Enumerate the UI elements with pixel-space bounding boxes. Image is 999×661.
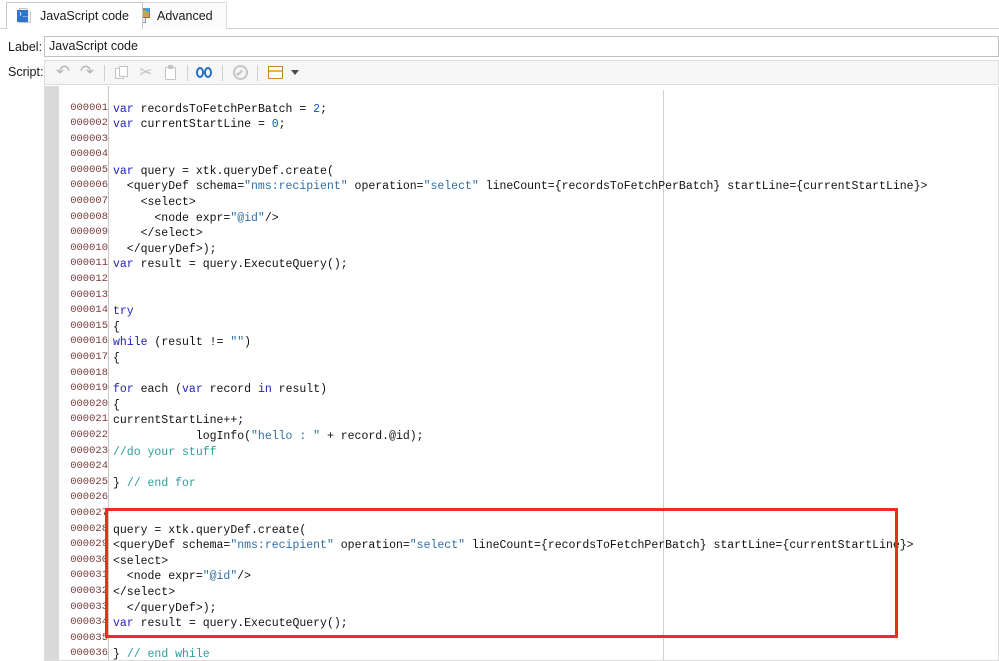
insert-function-button[interactable] xyxy=(263,62,287,84)
validate-button[interactable] xyxy=(228,62,252,84)
toolbar-separator xyxy=(222,64,223,81)
insert-function-dropdown[interactable] xyxy=(287,62,301,84)
editor-line-numbers: 000001 000002 000003 000004 000005 00000… xyxy=(70,101,108,660)
scissors-icon: ✂ xyxy=(139,63,153,81)
script-row: Script: ↶ ↷ ✂ xyxy=(0,60,999,85)
binoculars-icon xyxy=(196,66,214,79)
undo-button[interactable]: ↶ xyxy=(51,62,75,84)
script-caption: Script: xyxy=(8,65,44,79)
redo-button[interactable]: ↷ xyxy=(75,62,99,84)
check-circle-icon xyxy=(232,65,248,80)
editor-code-text[interactable]: var recordsToFetchPerBatch = 2; var curr… xyxy=(109,102,998,661)
chevron-down-icon xyxy=(291,70,299,75)
label-row: Label: JavaScript code xyxy=(0,36,999,58)
editor-code-area[interactable]: var recordsToFetchPerBatch = 2; var curr… xyxy=(109,90,998,660)
redo-icon: ↷ xyxy=(79,62,95,82)
copy-icon xyxy=(115,65,129,80)
tab-advanced-label: Advanced xyxy=(157,8,213,23)
js-file-icon xyxy=(17,8,33,24)
tab-bar: JavaScript code Advanced xyxy=(0,0,999,29)
script-editor-window: JavaScript code Advanced Label: JavaScri… xyxy=(0,0,999,661)
label-input[interactable]: JavaScript code xyxy=(44,36,999,57)
label-caption: Label: xyxy=(8,40,43,54)
tab-javascript-code-label: JavaScript code xyxy=(40,8,129,23)
clipboard-icon xyxy=(164,64,177,80)
toolbar-separator xyxy=(104,64,105,81)
editor-breakpoint-gutter[interactable] xyxy=(45,86,59,660)
paste-button[interactable] xyxy=(158,62,182,84)
undo-icon: ↶ xyxy=(55,62,71,82)
find-button[interactable] xyxy=(193,62,217,84)
toolbar-separator xyxy=(257,64,258,81)
cut-button[interactable]: ✂ xyxy=(134,62,158,84)
script-code-editor[interactable]: 000001 000002 000003 000004 000005 00000… xyxy=(44,86,999,661)
script-toolbar: ↶ ↷ ✂ xyxy=(44,60,999,85)
toolbar-separator xyxy=(187,64,188,81)
copy-button[interactable] xyxy=(110,62,134,84)
tab-javascript-code[interactable]: JavaScript code xyxy=(6,2,143,29)
window-icon xyxy=(267,66,283,79)
